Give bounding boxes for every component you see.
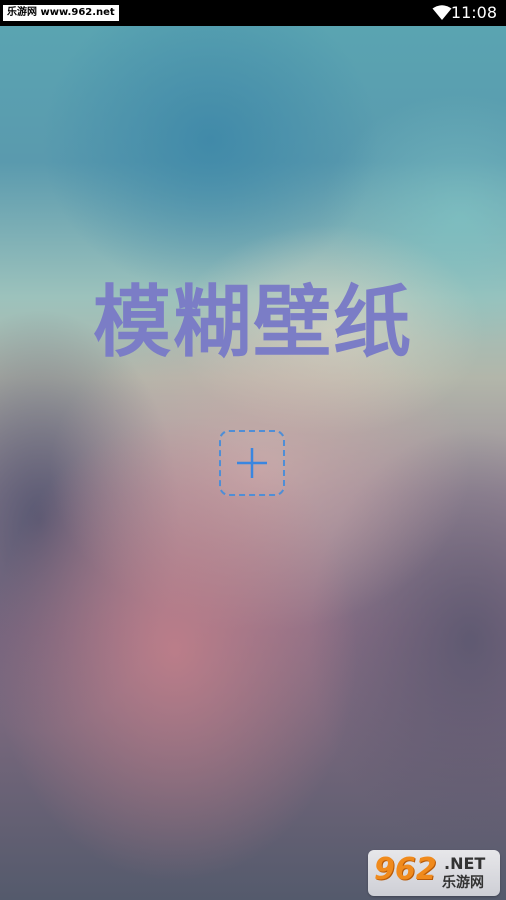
logo-net: .NET: [444, 854, 486, 873]
clock: 11:08: [450, 3, 497, 22]
watermark-logo: 962 .NET 乐游网: [368, 850, 500, 896]
site-watermark: 乐游网 www.962.net: [3, 5, 119, 21]
add-wallpaper-button[interactable]: [219, 430, 285, 496]
app-title: 模糊壁纸: [92, 278, 413, 368]
logo-number: 962: [374, 852, 437, 887]
plus-icon: [237, 448, 267, 478]
screen: 乐游网 www.962.net 11:08 模糊壁纸 962 .NET 乐游网: [0, 0, 506, 900]
status-bar: 乐游网 www.962.net 11:08: [0, 0, 506, 26]
wifi-icon: [432, 5, 452, 20]
logo-name: 乐游网: [442, 875, 484, 891]
